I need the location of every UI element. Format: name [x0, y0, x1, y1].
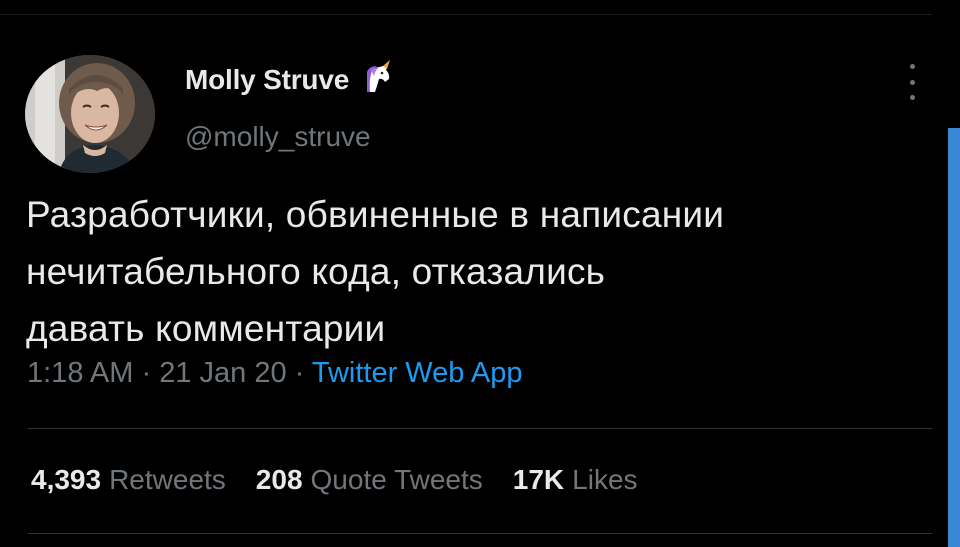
more-dot — [909, 79, 915, 85]
tweet-meta: 1:18 AM · 21 Jan 20 · Twitter Web App — [27, 359, 522, 388]
more-vertical-icon[interactable] — [903, 64, 921, 100]
likes-label: Likes — [572, 464, 638, 495]
tweet-stats: 4,393 Retweets 208 Quote Tweets 17K Likes — [31, 466, 638, 494]
unicorn-icon — [367, 60, 391, 92]
tweet-time[interactable]: 1:18 AM — [27, 357, 133, 389]
likes-count: 17K — [512, 464, 565, 495]
top-divider — [0, 14, 932, 15]
meta-separator: · — [141, 357, 160, 389]
tweet-source-link[interactable]: Twitter Web App — [312, 357, 523, 389]
author-display-name-row[interactable]: Molly Struve — [185, 60, 395, 96]
author-handle[interactable]: @molly_struve — [185, 123, 371, 151]
retweets-label: Retweets — [109, 464, 226, 495]
author-display-name[interactable]: Molly Struve — [185, 66, 349, 94]
more-dot — [909, 64, 915, 69]
quote-tweets-count: 208 — [255, 464, 303, 495]
retweets-count: 4,393 — [31, 464, 102, 495]
likes-stat[interactable]: 17K Likes — [513, 466, 638, 494]
stats-divider — [28, 428, 932, 429]
quote-tweets-label: Quote Tweets — [310, 464, 483, 495]
stats-divider — [28, 533, 932, 534]
tweet-text: Разработчики, обвиненные в написании неч… — [26, 194, 725, 349]
more-dot — [909, 95, 915, 100]
scrollbar[interactable] — [948, 128, 960, 547]
meta-separator: · — [294, 357, 312, 389]
avatar-photo — [25, 55, 155, 173]
retweets-stat[interactable]: 4,393 Retweets — [31, 466, 226, 494]
avatar[interactable] — [25, 55, 155, 173]
quote-tweets-stat[interactable]: 208 Quote Tweets — [256, 466, 483, 494]
tweet-date[interactable]: 21 Jan 20 — [159, 357, 286, 389]
